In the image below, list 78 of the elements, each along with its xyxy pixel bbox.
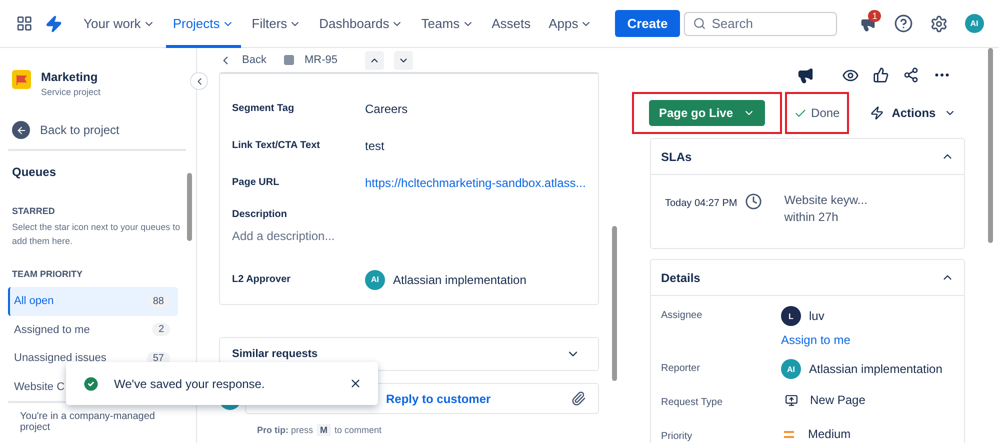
url-link[interactable]: https://hcltechmarketing-sandbox.atlass... — [365, 176, 586, 190]
project-name[interactable]: Marketing — [41, 70, 101, 84]
field-label: Page URL — [232, 177, 280, 188]
clock-icon — [745, 193, 762, 210]
app-switcher-icon[interactable] — [16, 15, 33, 32]
flag-icon — [12, 70, 31, 89]
field-label: Request Type — [661, 396, 724, 408]
field-label: Assignee — [661, 309, 704, 321]
issue-type-icon — [284, 55, 294, 65]
field-value: test — [365, 138, 386, 152]
user-avatar: AI — [365, 270, 385, 290]
lightning-icon — [870, 106, 884, 120]
queue-item[interactable]: All open 88 — [8, 287, 178, 316]
queue-item[interactable]: Assigned to me 2 — [8, 316, 178, 344]
field-value: Careers — [365, 102, 409, 116]
queues-heading: Queues — [11, 165, 58, 179]
nav-tab[interactable]: Assets — [484, 0, 538, 48]
nav-tab[interactable]: Your work — [76, 0, 162, 48]
project-type: Service project — [41, 87, 101, 97]
share-icon[interactable] — [903, 67, 919, 83]
close-icon[interactable] — [349, 377, 362, 390]
pro-tip-text: to comment — [334, 425, 382, 435]
field-label: Description — [232, 209, 288, 220]
field-value: Medium — [808, 427, 851, 441]
queue-count: 88 — [146, 294, 170, 308]
status-button[interactable]: Page go Live — [649, 100, 766, 126]
create-button[interactable]: Create — [615, 10, 680, 37]
megaphone-icon[interactable] — [797, 66, 814, 84]
field-label: L2 Approver — [232, 274, 292, 285]
section-heading: TEAM PRIORITY — [11, 268, 84, 281]
field-value: New Page — [810, 393, 866, 407]
monitor-icon — [785, 394, 798, 406]
nav-tab[interactable]: Teams — [414, 0, 481, 48]
back-to-project-link[interactable]: Back to project — [40, 123, 120, 137]
user-avatar: AI — [781, 359, 801, 379]
priority-icon — [784, 430, 794, 438]
field-label: Link Text/CTA Text — [232, 140, 321, 151]
nav-tab[interactable]: Filters — [244, 0, 308, 48]
section-heading: STARRED — [11, 205, 56, 216]
success-icon — [82, 374, 100, 392]
sla-name: Website keyw... — [784, 193, 868, 207]
back-icon[interactable] — [12, 121, 30, 139]
check-icon — [794, 106, 808, 120]
description-field[interactable]: Add a description... — [232, 229, 586, 243]
collapse-handle[interactable] — [190, 72, 208, 90]
notification-badge: 1 — [868, 10, 882, 22]
keyboard-key: M — [317, 424, 331, 436]
next-button[interactable] — [394, 50, 414, 70]
nav-tab[interactable]: Apps — [542, 0, 600, 48]
field-value: Atlassian implementation — [809, 362, 942, 376]
nav-tab[interactable]: Projects — [166, 0, 241, 48]
pro-tip-text: Pro tip: press — [257, 425, 314, 435]
previous-button[interactable] — [365, 50, 384, 70]
help-icon[interactable] — [894, 14, 913, 33]
attachment-icon[interactable] — [570, 391, 586, 406]
panel-title: Details — [661, 270, 700, 284]
search-icon — [692, 17, 706, 30]
lightning-logo-icon[interactable] — [44, 14, 62, 32]
thumbs-up-icon[interactable] — [873, 67, 889, 83]
actions-button[interactable]: Actions — [864, 105, 962, 121]
panel-title: SLAs — [661, 150, 692, 164]
assign-link[interactable]: Assign to me — [781, 333, 954, 347]
issue-key[interactable]: MR-95 — [304, 54, 338, 66]
field-label: Priority — [661, 430, 694, 442]
settings-icon[interactable] — [930, 14, 948, 32]
sla-target: within 27h — [784, 210, 840, 224]
user-avatar: L — [781, 306, 801, 326]
field-label: Reporter — [661, 362, 701, 374]
resolution-label: Done — [787, 94, 847, 132]
nav-tab[interactable]: Dashboards — [312, 0, 410, 48]
starred-hint: Select the star icon next to your queues to add them here. — [11, 221, 182, 248]
search-field[interactable]: Search — [684, 12, 837, 36]
queue-count: 2 — [152, 323, 170, 336]
field-value: Atlassian implementation — [393, 272, 526, 286]
field-label: Segment Tag — [232, 103, 296, 114]
sla-time: Today 04:27 PM — [665, 197, 738, 209]
back-link[interactable]: Back — [242, 54, 266, 66]
field-value: luv — [809, 309, 824, 323]
